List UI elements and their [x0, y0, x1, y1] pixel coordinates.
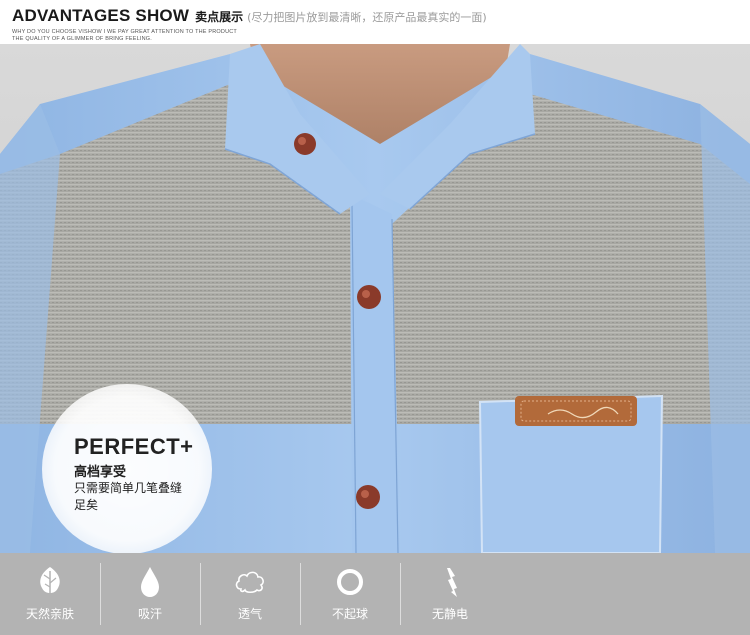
section-title-en: ADVANTAGES SHOW	[12, 6, 190, 25]
badge-line-2: 只需要简单几笔叠缝	[74, 481, 183, 495]
feature-sweat-absorb: 吸汗	[100, 553, 200, 635]
lightning-icon	[447, 568, 457, 597]
badge-line-3: 足矣	[74, 498, 99, 512]
features-bar: 天然亲肤 吸汗 透气 不起球 无静电	[0, 553, 750, 635]
badge-line-1: 高档享受	[74, 465, 127, 480]
subtitle-line-1: WHY DO YOU CHOOSE VISHOW I WE PAY GREAT …	[12, 29, 237, 35]
feature-label: 透气	[237, 607, 262, 621]
cloud-icon	[235, 571, 264, 594]
subtitle-line-2: THE QUALITY OF A GLIMMER OF BRING FEELIN…	[12, 36, 153, 42]
shirt-button	[356, 485, 380, 509]
feature-label: 吸汗	[137, 607, 162, 621]
header: ADVANTAGES SHOW 卖点展示 (尽力把图片放到最清晰，还原产品最真实的一…	[0, 0, 750, 44]
feature-label: 无静电	[431, 607, 468, 621]
feature-label: 天然亲肤	[25, 607, 74, 621]
feature-anti-static: 无静电	[400, 553, 500, 635]
perfect-badge: PERFECT+ 高档享受 只需要简单几笔叠缝 足矣	[42, 384, 212, 553]
section-title-cn: 卖点展示	[195, 10, 244, 24]
collar-button	[294, 133, 316, 155]
ring-icon	[337, 569, 363, 595]
feature-label: 不起球	[331, 607, 368, 621]
feature-natural-skin: 天然亲肤	[0, 553, 100, 635]
leaf-icon	[40, 567, 60, 598]
section-note: (尽力把图片放到最清晰，还原产品最真实的一面)	[247, 11, 487, 24]
water-drop-icon	[141, 567, 159, 597]
title-row: ADVANTAGES SHOW 卖点展示 (尽力把图片放到最清晰，还原产品最真实的一…	[12, 6, 487, 26]
feature-anti-pilling: 不起球	[300, 553, 400, 635]
product-photo: PERFECT+ 高档享受 只需要简单几笔叠缝 足矣	[0, 44, 750, 553]
shirt-button	[357, 285, 381, 309]
feature-breathable: 透气	[200, 553, 300, 635]
features-bar-filler	[500, 553, 750, 635]
badge-title: PERFECT+	[74, 434, 194, 459]
